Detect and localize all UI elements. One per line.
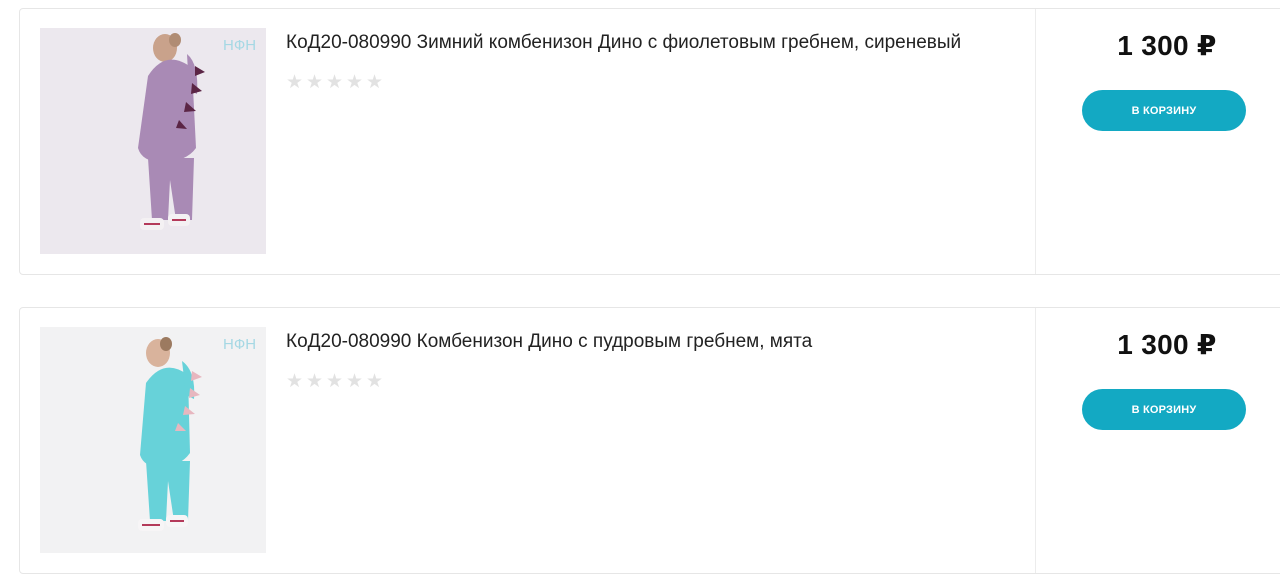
star-icon[interactable]: ★ <box>326 372 344 392</box>
product-price: 1 300 ₽ <box>1117 30 1217 61</box>
star-icon[interactable]: ★ <box>326 73 344 93</box>
add-to-cart-button[interactable]: В КОРЗИНУ <box>1082 90 1246 131</box>
product-card: НФН КоД20-080990 Комбенизон Дино с пудро… <box>19 307 1280 574</box>
price-panel: 1 300 ₽ В КОРЗИНУ <box>1035 308 1280 573</box>
price-panel: 1 300 ₽ В КОРЗИНУ <box>1035 9 1280 274</box>
watermark-logo: НФН <box>223 336 256 353</box>
star-icon[interactable]: ★ <box>286 73 304 93</box>
star-icon[interactable]: ★ <box>346 73 364 93</box>
star-icon[interactable]: ★ <box>366 372 384 392</box>
product-image[interactable]: НФН <box>40 28 266 254</box>
product-title-link[interactable]: КоД20-080990 Комбенизон Дино с пудровым … <box>286 328 1006 356</box>
product-card: НФН КоД20-080990 Зимний комбенизон Дино … <box>19 8 1280 275</box>
star-icon[interactable]: ★ <box>306 73 324 93</box>
product-image[interactable]: НФН <box>40 327 266 553</box>
star-icon[interactable]: ★ <box>306 372 324 392</box>
product-price: 1 300 ₽ <box>1117 329 1217 360</box>
watermark-logo: НФН <box>223 37 256 54</box>
product-title-link[interactable]: КоД20-080990 Зимний комбенизон Дино с фи… <box>286 29 1006 57</box>
star-icon[interactable]: ★ <box>346 372 364 392</box>
rating-stars[interactable]: ★ ★ ★ ★ ★ <box>286 73 1006 93</box>
star-icon[interactable]: ★ <box>286 372 304 392</box>
star-icon[interactable]: ★ <box>366 73 384 93</box>
add-to-cart-button[interactable]: В КОРЗИНУ <box>1082 389 1246 430</box>
rating-stars[interactable]: ★ ★ ★ ★ ★ <box>286 372 1006 392</box>
